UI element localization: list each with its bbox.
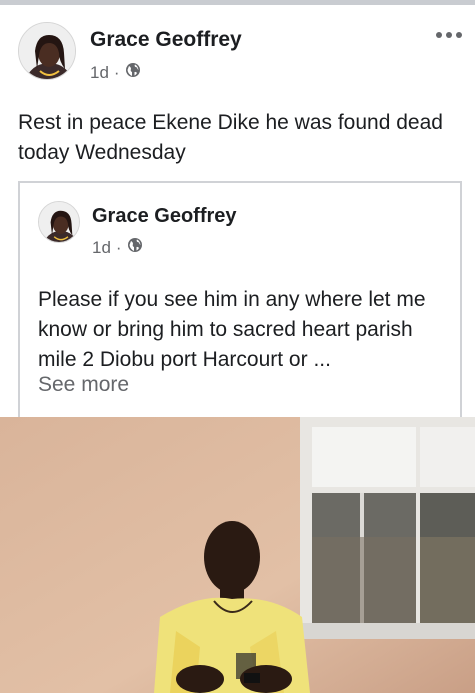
see-more-link[interactable]: See more <box>38 373 129 397</box>
shared-post-card[interactable]: Grace Geoffrey 1d · Please if you see hi… <box>18 181 462 421</box>
shared-avatar[interactable] <box>38 201 80 243</box>
post-meta: 1d · <box>90 62 141 83</box>
post-header: Grace Geoffrey 1d · <box>18 22 462 86</box>
meta-separator: · <box>115 237 122 257</box>
shared-post-time[interactable]: 1d <box>92 238 111 258</box>
globe-icon <box>127 237 143 258</box>
shared-post-text: Please if you see him in any where let m… <box>38 288 426 371</box>
avatar[interactable] <box>18 22 76 80</box>
shared-author-name[interactable]: Grace Geoffrey <box>92 205 237 228</box>
shared-post-meta: 1d · <box>92 237 143 258</box>
globe-icon <box>125 62 141 83</box>
more-options-icon[interactable] <box>434 24 464 46</box>
post-text: Rest in peace Ekene Dike he was found de… <box>18 111 443 164</box>
author-name[interactable]: Grace Geoffrey <box>90 28 242 52</box>
post-photo[interactable] <box>0 417 475 693</box>
meta-separator: · <box>113 62 120 82</box>
post-time[interactable]: 1d <box>90 63 109 83</box>
top-divider <box>0 0 475 5</box>
